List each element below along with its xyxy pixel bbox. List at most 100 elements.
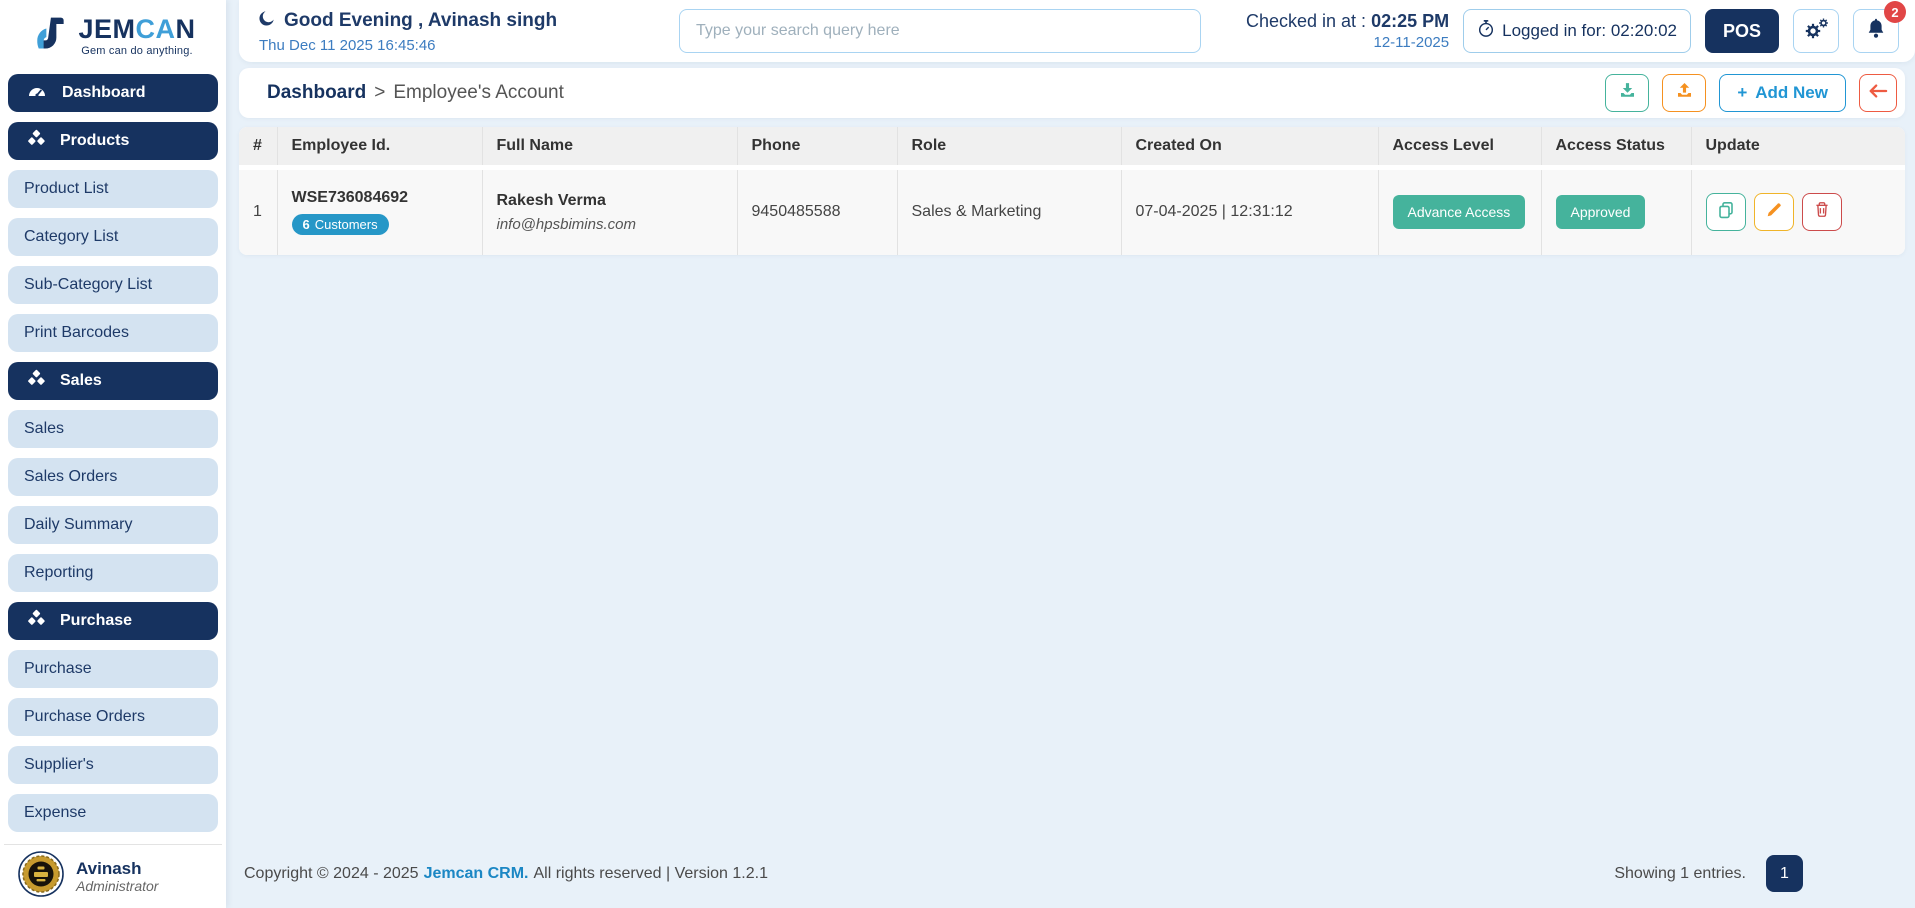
trash-icon [1813,200,1831,224]
sidebar-item-purchase-orders[interactable]: Purchase Orders [8,698,218,736]
sidebar-item-sales-section[interactable]: Sales [8,362,218,400]
footer-brand-link[interactable]: Jemcan CRM. [424,865,529,883]
table-row: 1 WSE736084692 6Customers Rakesh Verma i… [239,167,1905,255]
logged-in-timer: Logged in for: 02:20:02 [1463,9,1691,53]
notification-count-badge[interactable]: 2 [1884,1,1906,23]
col-created-on: Created On [1121,127,1378,167]
employees-table: # Employee Id. Full Name Phone Role Crea… [239,127,1905,255]
copyright: Copyright © 2024 - 2025 Jemcan CRM. All … [244,865,768,883]
col-role: Role [897,127,1121,167]
col-access-status: Access Status [1541,127,1691,167]
sidebar-item-expense[interactable]: Expense [8,794,218,832]
current-datetime: Thu Dec 11 2025 16:45:46 [259,37,679,54]
sidebar-user[interactable]: Avinash Administrator [4,844,222,908]
sidebar-item-purchase[interactable]: Purchase [8,650,218,688]
col-employee-id: Employee Id. [277,127,482,167]
breadcrumb-current: Employee's Account [393,82,564,104]
sidebar-item-daily-summary[interactable]: Daily Summary [8,506,218,544]
checked-in-time: 02:25 PM [1371,11,1449,31]
upload-button[interactable] [1662,74,1706,112]
sidebar-item-products[interactable]: Products [8,122,218,160]
breadcrumb-separator: > [374,82,385,104]
pos-button[interactable]: POS [1705,9,1779,53]
cell-role: Sales & Marketing [897,167,1121,255]
edit-button[interactable] [1754,193,1794,231]
brand-tagline: Gem can do anything. [81,45,193,57]
user-role: Administrator [76,878,158,894]
avatar [18,851,64,902]
sidebar-item-label: Dashboard [62,84,146,102]
sidebar-item-product-list[interactable]: Product List [8,170,218,208]
brand-name: JEMCAN [78,16,195,43]
col-full-name: Full Name [482,127,737,167]
cell-full-name: Rakesh Verma info@hpsbimins.com [482,167,737,255]
cell-access-level: Advance Access [1378,167,1541,255]
sidebar-item-reporting[interactable]: Reporting [8,554,218,592]
sidebar-item-category-list[interactable]: Category List [8,218,218,256]
cubes-icon [26,129,46,154]
copy-icon [1716,200,1736,225]
notifications-button[interactable]: 2 [1853,9,1899,53]
app-logo: JEMCAN Gem can do anything. [0,0,226,72]
footer: Copyright © 2024 - 2025 Jemcan CRM. All … [226,855,1915,908]
cell-email: info@hpsbimins.com [497,216,723,233]
user-name: Avinash [76,859,158,879]
sidebar: JEMCAN Gem can do anything. Dashboard [0,0,226,908]
plus-icon: + [1737,83,1747,103]
access-status-badge: Approved [1556,195,1646,229]
cell-phone: 9450485588 [737,167,897,255]
sidebar-item-label: Products [60,132,129,150]
breadcrumb: Dashboard > Employee's Account [267,82,564,104]
top-header: Good Evening , Avinash singh Thu Dec 11 … [239,0,1915,62]
copy-button[interactable] [1706,193,1746,231]
cubes-icon [26,369,46,394]
moon-icon [257,9,276,34]
sidebar-item-dashboard[interactable]: Dashboard [8,74,218,112]
cell-created-on: 07-04-2025 | 12:31:12 [1121,167,1378,255]
checked-in-date: 12-11-2025 [1246,34,1449,51]
bell-icon [1864,17,1888,46]
cubes-icon [26,609,46,634]
back-button[interactable] [1859,74,1897,112]
showing-entries-text: Showing 1 entries. [1614,865,1746,883]
sidebar-nav: Dashboard Products Product List Category… [0,72,226,844]
cell-update [1691,167,1905,255]
search-input[interactable] [679,9,1201,53]
col-access-level: Access Level [1378,127,1541,167]
add-new-button[interactable]: + Add New [1719,74,1846,112]
col-index: # [239,127,277,167]
jemcan-logo-icon [30,14,70,59]
sidebar-item-sub-category-list[interactable]: Sub-Category List [8,266,218,304]
delete-button[interactable] [1802,193,1842,231]
download-button[interactable] [1605,74,1649,112]
sidebar-item-label: Sales [60,372,102,390]
pencil-icon [1765,201,1783,224]
customers-count-badge[interactable]: 6Customers [292,214,389,235]
checked-in-status: Checked in at : 02:25 PM 12-11-2025 [1246,11,1449,51]
stopwatch-icon [1477,19,1495,43]
col-phone: Phone [737,127,897,167]
sidebar-item-suppliers[interactable]: Supplier's [8,746,218,784]
download-icon [1617,80,1638,106]
cell-access-status: Approved [1541,167,1691,255]
employees-table-card: # Employee Id. Full Name Phone Role Crea… [239,127,1905,255]
sidebar-item-purchase-section[interactable]: Purchase [8,602,218,640]
sidebar-item-sales[interactable]: Sales [8,410,218,448]
breadcrumb-dashboard-link[interactable]: Dashboard [267,82,366,104]
sidebar-item-sales-orders[interactable]: Sales Orders [8,458,218,496]
access-level-badge: Advance Access [1393,195,1526,229]
breadcrumb-bar: Dashboard > Employee's Account [239,68,1905,118]
greeting: Good Evening , Avinash singh [257,9,679,34]
upload-icon [1674,80,1695,106]
main-area: Good Evening , Avinash singh Thu Dec 11 … [226,0,1915,908]
back-arrow-icon [1867,82,1889,105]
cell-employee-id: WSE736084692 6Customers [277,167,482,255]
settings-button[interactable] [1793,9,1839,53]
col-update: Update [1691,127,1905,167]
sidebar-item-label: Purchase [60,612,132,630]
pagination-page-1[interactable]: 1 [1766,855,1803,892]
gear-icon [1802,15,1830,48]
gauge-icon [26,81,48,106]
table-header-row: # Employee Id. Full Name Phone Role Crea… [239,127,1905,167]
sidebar-item-print-barcodes[interactable]: Print Barcodes [8,314,218,352]
